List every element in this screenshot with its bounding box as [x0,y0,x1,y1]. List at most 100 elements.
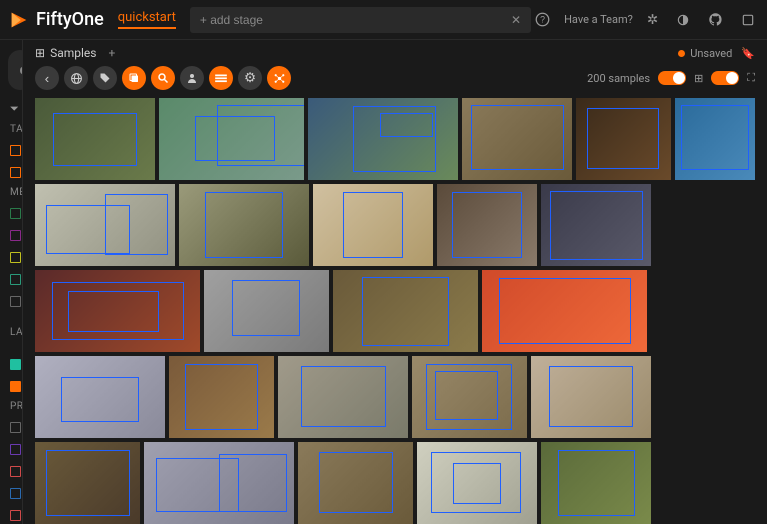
sample-tile[interactable] [298,442,413,524]
sidebar-item[interactable]: metadata.height⌄ [0,268,22,290]
bounding-box [435,371,498,420]
sample-tile[interactable] [437,184,537,266]
back-button[interactable]: ‹ [35,66,59,90]
filter-icon: ⏷ [10,102,19,116]
sidebar-item[interactable]: metadata.mime_type⌄ [0,224,22,246]
github-icon[interactable] [704,8,727,31]
sample-tile[interactable] [35,98,155,180]
help-icon[interactable]: ? [531,8,554,31]
sample-count: 200 samples [587,72,650,85]
sidebar-item[interactable]: label tags⌄ [0,161,22,183]
bounding-box [452,192,522,258]
filter-header: ⏷FILTER ⚙ [0,98,22,120]
logo-icon [8,9,30,31]
dataset-selector[interactable]: quickstart [118,10,176,29]
bounding-box [362,277,449,347]
toolbar: ‹ ⚙ 200 samples ⊞ ⛶ [23,62,767,98]
clone-button[interactable] [122,66,146,90]
bounding-box [453,463,501,504]
grid-view-icon[interactable]: ⊞ [694,72,703,85]
tab-samples[interactable]: ⊞ Samples [35,46,96,60]
bounding-box [53,113,137,166]
expand-icon[interactable]: ⛶ [747,71,755,85]
sample-tile[interactable] [35,356,165,438]
sidebar-item[interactable]: metadata.num_channels⌄ [0,290,22,312]
sample-tile[interactable] [675,98,755,180]
sidebar-item[interactable]: id⌄ [0,416,22,438]
add-stage-input[interactable]: + add stage ✕ [190,7,531,33]
bounding-box [681,105,749,171]
sample-tile[interactable] [417,442,537,524]
sample-grid[interactable] [23,98,767,524]
sample-tile[interactable] [35,442,140,524]
sample-tile[interactable] [179,184,309,266]
bookmark-icon[interactable]: 🔖 [741,47,755,60]
sample-tile[interactable] [541,184,651,266]
section-header[interactable]: LABELS2 ✓ ▾ [0,312,22,353]
sample-tile[interactable] [412,356,527,438]
content-area: ⊞ Samples + Unsaved 🔖 ‹ ⚙ [23,40,767,524]
person-button[interactable] [180,66,204,90]
app-header: FiftyOne quickstart + add stage ✕ ? Have… [0,0,767,40]
sidebar-item[interactable]: ground_truth⌄ [0,353,22,375]
bounding-box [550,191,644,261]
settings-button[interactable]: ⚙ [238,66,262,90]
bounding-box [46,450,130,516]
sample-tile[interactable] [159,98,304,180]
color-chip [10,145,21,156]
brightness-icon[interactable]: ✲ [643,8,662,32]
color-chip [10,381,21,392]
sample-tile[interactable] [462,98,572,180]
color-chip [10,252,21,263]
model-button[interactable] [267,66,291,90]
bounding-box [380,113,433,138]
bounding-box [219,454,287,511]
toggle-1[interactable] [658,71,686,85]
toggle-2[interactable] [711,71,739,85]
sidebar-item[interactable]: metadata.width⌄ [0,246,22,268]
team-prompt[interactable]: Have a Team? [564,13,633,26]
sample-tile[interactable] [204,270,329,352]
tag-button[interactable] [93,66,117,90]
sample-tile[interactable] [144,442,294,524]
sidebar-item[interactable]: uniqueness⌄ [0,460,22,482]
section-header[interactable]: TAGS▾ [0,120,22,139]
section-header[interactable]: METADATA▾ [0,183,22,202]
sidebar-item[interactable]: sample tags⌄ [0,139,22,161]
sidebar-item[interactable]: metadata.size_bytes⌄ [0,202,22,224]
sidebar-item[interactable]: filepath⌄ [0,438,22,460]
bounding-box [61,377,139,422]
color-chip [10,230,21,241]
color-chip [10,422,21,433]
bounding-box [549,366,633,428]
color-chip [10,208,21,219]
color-chip [10,296,21,307]
sample-tile[interactable] [169,356,274,438]
sample-tile[interactable] [482,270,647,352]
view-selector[interactable]: Unsaved view ▾ [8,50,23,90]
sample-tile[interactable] [531,356,651,438]
sample-tile[interactable] [333,270,478,352]
sample-tile[interactable] [313,184,433,266]
search-button[interactable] [151,66,175,90]
unsaved-indicator: Unsaved 🔖 [678,47,755,60]
sample-tile[interactable] [35,270,200,352]
theme-icon[interactable] [672,9,694,31]
sample-tile[interactable] [541,442,651,524]
sidebar-item[interactable]: predictions⌄ [0,375,22,397]
sample-tile[interactable] [308,98,458,180]
sample-tile[interactable] [35,184,175,266]
link-icon[interactable] [737,9,759,31]
sidebar-item[interactable]: x1_fp⌄ [0,504,22,524]
sample-tile[interactable] [278,356,408,438]
add-tab-icon[interactable]: + [108,46,115,60]
color-chip [10,510,21,521]
sample-tile[interactable] [576,98,671,180]
bounding-box [587,108,658,170]
sidebar-item[interactable]: x1_tp⌄ [0,482,22,504]
bounding-box [558,450,635,516]
section-header[interactable]: PRIMITIVES▾ [0,397,22,416]
globe-button[interactable] [64,66,88,90]
close-icon[interactable]: ✕ [511,13,521,27]
list-button[interactable] [209,66,233,90]
